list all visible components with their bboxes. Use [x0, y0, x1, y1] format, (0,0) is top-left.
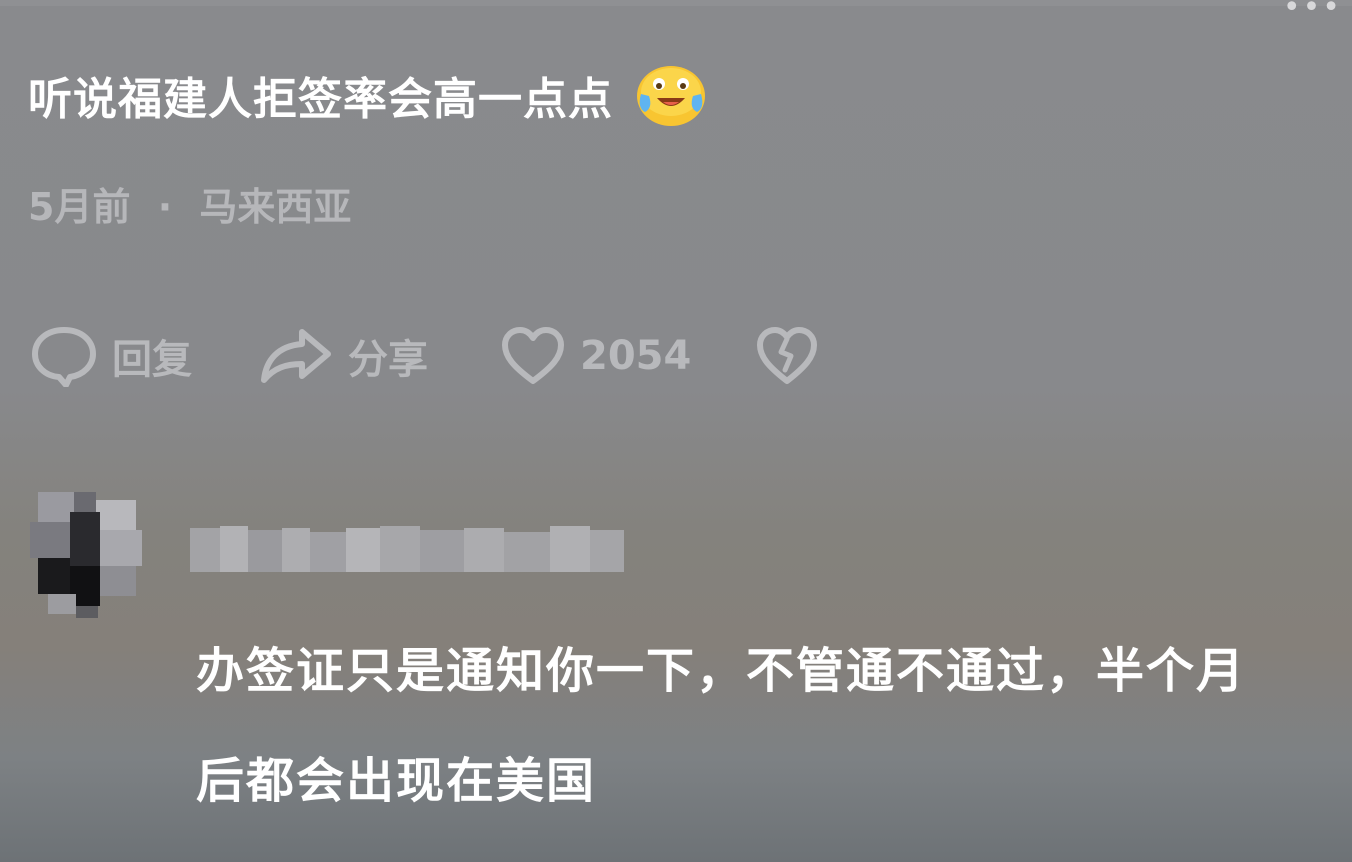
- username-blurred[interactable]: [190, 520, 626, 578]
- comment-location: 马来西亚: [199, 185, 352, 229]
- dislike-button[interactable]: [755, 326, 819, 386]
- heart-icon: [502, 327, 564, 384]
- reply-label: 回复: [112, 337, 192, 383]
- more-options-icon[interactable]: •••: [1283, 0, 1342, 25]
- reply-bubble-icon: [32, 327, 96, 387]
- like-button[interactable]: 2054: [500, 326, 691, 386]
- reply-text: 办签证只是通知你一下，不管通不通过，半个月后都会出现在美国: [196, 643, 1247, 809]
- avatar[interactable]: [24, 486, 148, 622]
- share-button[interactable]: 分享: [258, 326, 428, 386]
- meta-separator: ·: [157, 185, 173, 229]
- action-bar: 回复 分享 2054: [30, 318, 819, 394]
- like-count: 2054: [580, 333, 692, 379]
- reply-button[interactable]: 回复: [30, 325, 192, 387]
- share-label: 分享: [348, 337, 428, 383]
- laughing-crying-emoji-icon: [635, 62, 707, 128]
- comment-body: 听说福建人拒签率会高一点点: [28, 62, 707, 128]
- share-arrow-icon: [261, 329, 331, 383]
- comment-text: 听说福建人拒签率会高一点点: [28, 74, 613, 125]
- comment-meta: 5月前 · 马来西亚: [28, 176, 351, 231]
- comment-time: 5月前: [28, 185, 131, 229]
- top-strip: [0, 0, 1352, 6]
- broken-heart-icon: [757, 327, 818, 384]
